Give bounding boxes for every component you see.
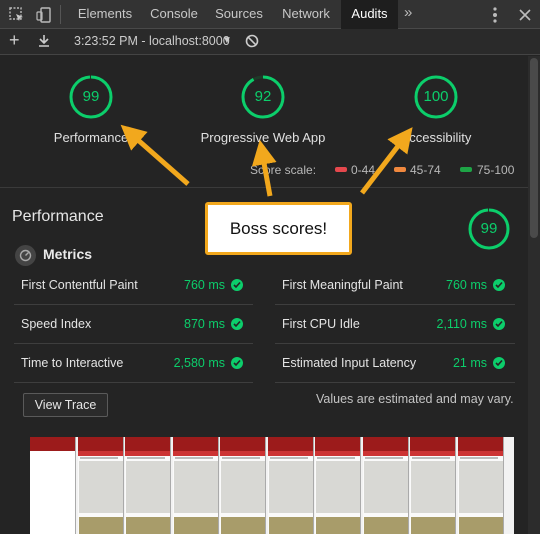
pwa-gauge[interactable]: 92	[240, 74, 286, 120]
metric-label: Speed Index	[21, 317, 92, 331]
toolbar-separator	[60, 5, 61, 24]
scale-swatch-fail	[335, 167, 347, 172]
dropdown-icon[interactable]: ▼	[222, 35, 232, 46]
tab-audits[interactable]: Audits	[341, 0, 398, 29]
estimate-note: Values are estimated and may vary.	[316, 392, 514, 406]
filmstrip-frame	[315, 437, 361, 534]
filmstrip-frame	[77, 437, 124, 534]
devtools-tabbar: Elements Console Sources Network Audits …	[0, 0, 540, 29]
filmstrip-frame	[267, 437, 314, 534]
annotation-callout: Boss scores!	[205, 202, 352, 255]
filmstrip-frame	[362, 437, 409, 534]
section-divider	[0, 187, 528, 188]
tab-console[interactable]: Console	[142, 0, 206, 29]
performance-section-title: Performance	[12, 208, 104, 225]
score-scale-label: Score scale:	[250, 163, 317, 177]
download-icon[interactable]	[37, 34, 51, 51]
filmstrip-frame	[220, 437, 266, 534]
performance-section-score: 99	[480, 220, 498, 237]
pwa-label: Progressive Web App	[200, 130, 326, 145]
metric-row: Time to Interactive 2,580 ms	[14, 344, 253, 383]
filmstrip	[30, 437, 514, 534]
filmstrip-frame	[172, 437, 219, 534]
metric-label: First Meaningful Paint	[282, 278, 403, 292]
metric-row: Speed Index 870 ms	[14, 305, 253, 344]
clear-icon[interactable]	[245, 34, 259, 51]
metric-row: First Contentful Paint 760 ms	[14, 266, 253, 305]
tab-elements[interactable]: Elements	[70, 0, 140, 29]
metric-row: First Meaningful Paint 760 ms	[275, 266, 515, 305]
metrics-title: Metrics	[43, 246, 93, 262]
view-trace-button[interactable]: View Trace	[23, 393, 108, 417]
metrics-icon	[15, 245, 36, 266]
filmstrip-frame	[457, 437, 504, 534]
more-tabs-icon[interactable]: »	[404, 4, 412, 21]
performance-gauge[interactable]: 99	[68, 74, 114, 120]
metric-label: First CPU Idle	[282, 317, 360, 331]
metric-label: Time to Interactive	[21, 356, 124, 370]
metric-value: 870 ms	[184, 317, 225, 331]
metric-value: 760 ms	[446, 278, 487, 292]
performance-score: 99	[82, 88, 100, 105]
performance-section-gauge: 99	[467, 207, 511, 251]
settings-icon[interactable]	[486, 6, 504, 24]
accessibility-gauge[interactable]: 100	[413, 74, 459, 120]
performance-label: Performance	[53, 130, 129, 145]
scrollbar-thumb[interactable]	[530, 58, 538, 238]
metric-value: 21 ms	[452, 356, 487, 370]
scale-range-average: 45-74	[410, 163, 441, 177]
check-icon	[231, 279, 243, 291]
check-icon	[493, 318, 505, 330]
tab-network[interactable]: Network	[273, 0, 339, 29]
scale-swatch-pass	[460, 167, 472, 172]
metric-label: First Contentful Paint	[21, 278, 138, 292]
accessibility-score: 100	[423, 88, 449, 105]
accessibility-label: Accessibility	[400, 130, 472, 145]
filmstrip-frame	[30, 437, 76, 534]
check-icon	[231, 357, 243, 369]
metric-value: 2,110 ms	[436, 317, 488, 331]
filmstrip-frame	[125, 437, 171, 534]
add-icon[interactable]: +	[9, 30, 20, 51]
pwa-score: 92	[254, 88, 272, 105]
filmstrip-frame	[410, 437, 456, 534]
check-icon	[493, 357, 505, 369]
scale-swatch-average	[394, 167, 406, 172]
check-icon	[493, 279, 505, 291]
scale-range-pass: 75-100	[477, 163, 515, 177]
scale-range-fail: 0-44	[351, 163, 376, 177]
metric-label: Estimated Input Latency	[282, 356, 417, 370]
audits-toolbar: + 3:23:52 PM - localhost:8000 ▼	[0, 29, 540, 55]
metric-value: 2,580 ms	[173, 356, 225, 370]
device-toggle-icon[interactable]	[35, 6, 53, 24]
tab-sources[interactable]: Sources	[208, 0, 270, 29]
report-selector[interactable]: 3:23:52 PM - localhost:8000	[74, 34, 230, 48]
metric-value: 760 ms	[184, 278, 225, 292]
inspect-icon[interactable]	[8, 6, 26, 24]
check-icon	[231, 318, 243, 330]
metric-row: First CPU Idle 2,110 ms	[275, 305, 515, 344]
close-icon[interactable]	[516, 6, 534, 24]
metric-row: Estimated Input Latency 21 ms	[275, 344, 515, 383]
